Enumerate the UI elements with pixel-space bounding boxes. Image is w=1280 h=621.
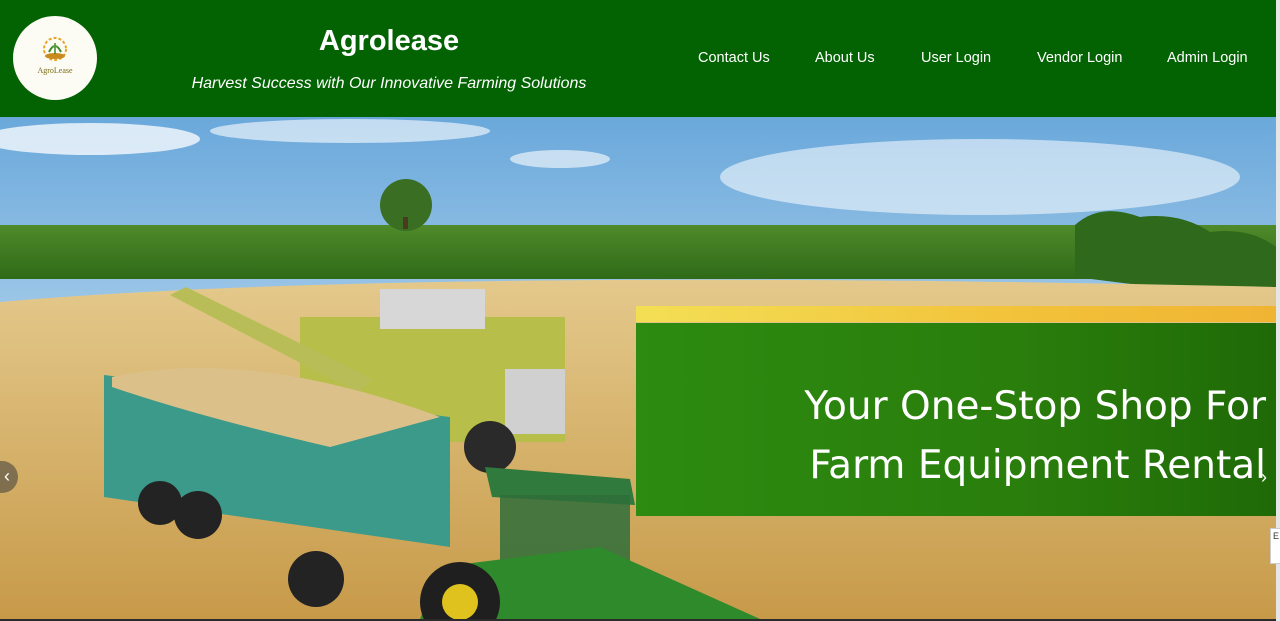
logo-emblem-icon bbox=[43, 37, 67, 61]
promo-panel: Your One-Stop Shop For Farm Equipment Re… bbox=[636, 323, 1276, 516]
chevron-right-icon: › bbox=[1261, 467, 1267, 487]
nav-about-us[interactable]: About Us bbox=[815, 50, 875, 66]
side-widget-label: E bbox=[1272, 531, 1279, 541]
nav-vendor-login[interactable]: Vendor Login bbox=[1037, 50, 1122, 66]
carousel-next-button[interactable]: › bbox=[1254, 462, 1274, 492]
chevron-left-icon: ‹ bbox=[4, 466, 10, 486]
promo-headline-line-1: Your One-Stop Shop For bbox=[804, 384, 1266, 429]
promo-accent-stripe bbox=[636, 306, 1276, 322]
site-tagline: Harvest Success with Our Innovative Farm… bbox=[191, 75, 587, 92]
site-title: Agrolease bbox=[318, 25, 460, 57]
nav-contact-us[interactable]: Contact Us bbox=[698, 50, 770, 66]
hero-carousel: Your One-Stop Shop For Farm Equipment Re… bbox=[0, 117, 1276, 619]
nav-user-login[interactable]: User Login bbox=[921, 50, 991, 66]
promo-headline-line-2: Farm Equipment Rental bbox=[809, 443, 1266, 488]
site-header: AgroLease Agrolease Harvest Success with… bbox=[0, 0, 1276, 117]
logo-wordmark: AgroLease bbox=[37, 66, 73, 75]
brand-logo[interactable]: AgroLease bbox=[13, 16, 97, 100]
side-floating-widget[interactable]: E bbox=[1270, 528, 1280, 564]
promo-banner: Your One-Stop Shop For Farm Equipment Re… bbox=[636, 306, 1276, 516]
nav-admin-login[interactable]: Admin Login bbox=[1167, 50, 1248, 66]
